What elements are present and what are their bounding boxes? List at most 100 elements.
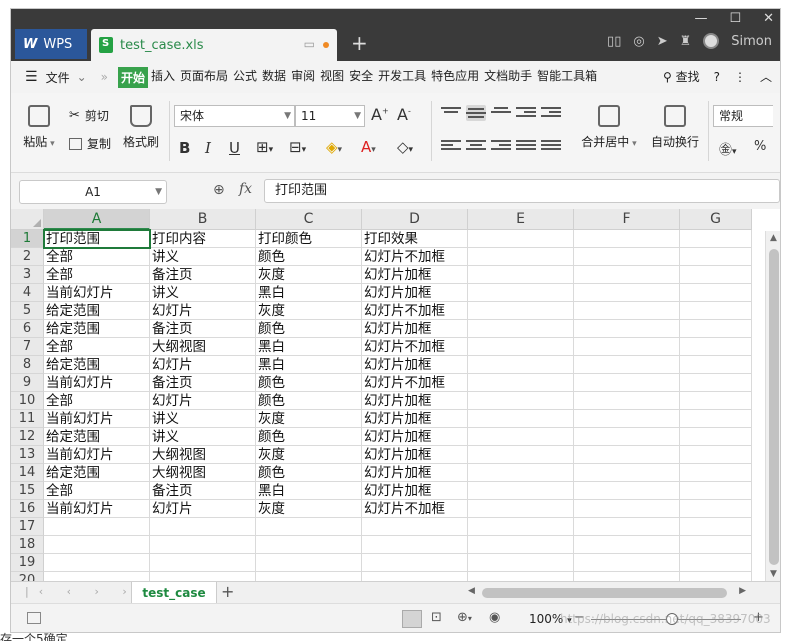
row-header[interactable]: 19 [11,554,44,572]
close-icon[interactable]: ✕ [763,11,774,26]
sheet-tab-test-case[interactable]: test_case [131,582,217,604]
cell-f16[interactable] [574,500,680,518]
cell-a14[interactable]: 给定范围 [44,464,150,482]
copy-button[interactable]: 复制 [69,135,111,152]
cell-f4[interactable] [574,284,680,302]
row-header[interactable]: 9 [11,374,44,392]
cell-g18[interactable] [680,536,752,554]
column-header-e[interactable]: E [468,209,574,230]
user-avatar[interactable] [703,33,720,49]
cell-f8[interactable] [574,356,680,374]
cell-c2[interactable]: 颜色 [256,248,362,266]
menu-tab-7[interactable]: 视图 [318,67,346,88]
menu-tab-10[interactable]: 特色应用 [429,67,481,88]
cell-f3[interactable] [574,266,680,284]
cell-e15[interactable] [468,482,574,500]
wps-home-tab[interactable]: W WPS [15,29,87,59]
cell-d1[interactable]: 打印效果 [362,230,468,248]
align-bottom-icon[interactable] [491,107,511,123]
column-header-d[interactable]: D [362,209,468,230]
row-header[interactable]: 2 [11,248,44,266]
format-painter-button[interactable]: 格式刷 [121,105,161,150]
cell-f1[interactable] [574,230,680,248]
cell-c14[interactable]: 颜色 [256,464,362,482]
cell-b18[interactable] [150,536,256,554]
cell-style-icon[interactable]: ⊟▾ [289,138,306,156]
cell-e2[interactable] [468,248,574,266]
cell-f2[interactable] [574,248,680,266]
cell-a4[interactable]: 当前幻灯片 [44,284,150,302]
paste-button[interactable]: 粘贴 ▾ [21,105,57,150]
cell-g8[interactable] [680,356,752,374]
cell-b9[interactable]: 备注页 [150,374,256,392]
cell-g19[interactable] [680,554,752,572]
cell-g13[interactable] [680,446,752,464]
cell-g10[interactable] [680,392,752,410]
cell-f11[interactable] [574,410,680,428]
align-top-icon[interactable] [441,107,461,123]
cell-c10[interactable]: 颜色 [256,392,362,410]
cell-e13[interactable] [468,446,574,464]
cell-f18[interactable] [574,536,680,554]
cell-d9[interactable]: 幻灯片不加框 [362,374,468,392]
distributed-icon[interactable] [541,140,561,156]
indent-increase-icon[interactable] [541,107,561,123]
cell-b1[interactable]: 打印内容 [150,230,256,248]
cell-b7[interactable]: 大纲视图 [150,338,256,356]
cell-f7[interactable] [574,338,680,356]
chevron-down-icon[interactable]: ⌄ [77,70,87,84]
macro-icon[interactable] [27,612,41,624]
cell-d5[interactable]: 幻灯片不加框 [362,302,468,320]
more-options-icon[interactable]: ⋮ [734,70,746,84]
help-icon[interactable]: ? [714,70,720,84]
row-header[interactable]: 18 [11,536,44,554]
share-icon[interactable]: ◎ [633,34,644,49]
cell-f15[interactable] [574,482,680,500]
align-left-icon[interactable] [441,140,461,156]
cell-e8[interactable] [468,356,574,374]
document-tab[interactable]: test_case.xls ▭ [91,29,337,61]
cell-c12[interactable]: 颜色 [256,428,362,446]
cell-c13[interactable]: 灰度 [256,446,362,464]
cell-b8[interactable]: 幻灯片 [150,356,256,374]
cell-d18[interactable] [362,536,468,554]
page-break-view-icon[interactable]: ⊡ [431,610,442,625]
row-header[interactable]: 8 [11,356,44,374]
scroll-thumb[interactable] [769,249,779,565]
cell-d2[interactable]: 幻灯片不加框 [362,248,468,266]
menu-tab-1[interactable]: 开始 [117,66,148,88]
cell-g16[interactable] [680,500,752,518]
skin-icon[interactable]: ♜ [680,34,692,49]
cell-a13[interactable]: 当前幻灯片 [44,446,150,464]
cell-e10[interactable] [468,392,574,410]
cell-b19[interactable] [150,554,256,572]
row-header[interactable]: 20 [11,572,44,581]
cell-c16[interactable]: 灰度 [256,500,362,518]
column-header-f[interactable]: F [574,209,680,230]
cell-b5[interactable]: 幻灯片 [150,302,256,320]
name-box[interactable]: A1 ▼ [19,180,167,204]
cell-a1[interactable]: 打印范围 [43,229,151,249]
cell-c11[interactable]: 灰度 [256,410,362,428]
cut-button[interactable]: ✂ 剪切 [69,107,109,124]
cell-g11[interactable] [680,410,752,428]
cell-d11[interactable]: 幻灯片加框 [362,410,468,428]
cell-d12[interactable]: 幻灯片加框 [362,428,468,446]
cell-c4[interactable]: 黑白 [256,284,362,302]
cell-g1[interactable] [680,230,752,248]
cell-a2[interactable]: 全部 [44,248,150,266]
cell-g17[interactable] [680,518,752,536]
menu-file[interactable]: 文件 [44,69,72,86]
cell-e6[interactable] [468,320,574,338]
row-header[interactable]: 10 [11,392,44,410]
cell-b13[interactable]: 大纲视图 [150,446,256,464]
bold-icon[interactable]: B [179,139,190,157]
cell-f17[interactable] [574,518,680,536]
cell-e7[interactable] [468,338,574,356]
cell-a18[interactable] [44,536,150,554]
cell-a16[interactable]: 当前幻灯片 [44,500,150,518]
cell-d3[interactable]: 幻灯片加框 [362,266,468,284]
row-header[interactable]: 3 [11,266,44,284]
cell-d4[interactable]: 幻灯片加框 [362,284,468,302]
number-format-select[interactable]: 常规 [713,105,773,127]
